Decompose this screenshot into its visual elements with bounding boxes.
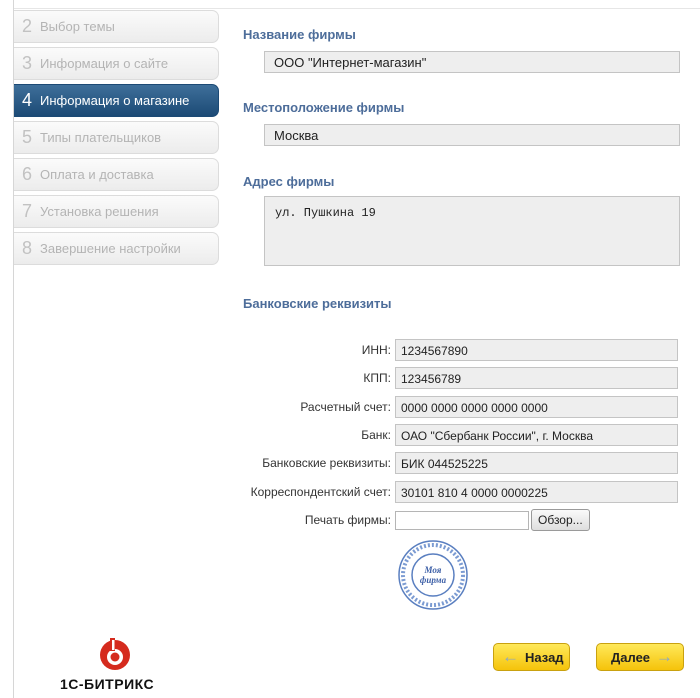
bitrix-logo-text: 1С-БИТРИКС <box>60 676 155 692</box>
browse-button[interactable]: Обзор... <box>531 509 590 531</box>
back-button-label: Назад <box>525 649 564 665</box>
bank-details-label: Банковские реквизиты: <box>262 456 391 470</box>
bank-details-heading: Банковские реквизиты <box>243 296 392 311</box>
step-number: 3 <box>22 53 33 73</box>
wizard-steps: 2 Выбор темы 3 Информация о сайте 4 Инфо… <box>14 10 219 269</box>
next-button-label: Далее <box>611 649 651 665</box>
step-number: 6 <box>22 164 33 184</box>
kpp-row: КПП: 123456789 <box>243 367 683 389</box>
account-field[interactable]: 0000 0000 0000 0000 0000 <box>395 396 678 418</box>
inn-field[interactable]: 1234567890 <box>395 339 678 361</box>
location-field[interactable]: Москва <box>264 124 680 146</box>
bank-label: Банк: <box>361 428 391 442</box>
account-row: Расчетный счет: 0000 0000 0000 0000 0000 <box>243 396 683 418</box>
stamp-file-input[interactable] <box>395 510 529 530</box>
step-label: Завершение настройки <box>40 241 181 256</box>
step-number: 8 <box>22 238 33 258</box>
stamp-text-line2: фирма <box>420 575 447 585</box>
kpp-field[interactable]: 123456789 <box>395 367 678 389</box>
step-number: 5 <box>22 127 33 147</box>
step-label: Установка решения <box>40 204 159 219</box>
step-payment-delivery[interactable]: 6 Оплата и доставка <box>14 158 219 191</box>
top-frame <box>13 0 700 9</box>
company-name-heading: Название фирмы <box>243 27 356 42</box>
bank-field[interactable]: ОАО "Сбербанк России", г. Москва <box>395 424 678 446</box>
bank-details-field[interactable]: БИК 044525225 <box>395 452 678 474</box>
address-textarea[interactable]: ул. Пушкина 19 <box>264 196 680 266</box>
step-number: 7 <box>22 201 33 221</box>
inn-row: ИНН: 1234567890 <box>243 339 683 361</box>
address-heading: Адрес фирмы <box>243 174 335 189</box>
step-number: 4 <box>22 90 33 110</box>
account-label: Расчетный счет: <box>300 400 391 414</box>
step-label: Типы плательщиков <box>40 130 162 145</box>
step-label: Выбор темы <box>40 19 115 34</box>
stamp-upload-row: Печать фирмы: Обзор... <box>243 509 683 531</box>
company-stamp-image: Моя фирма <box>398 540 468 610</box>
step-finish-setup[interactable]: 8 Завершение настройки <box>14 232 219 265</box>
step-install-solution[interactable]: 7 Установка решения <box>14 195 219 228</box>
corr-account-row: Корреспондентский счет: 30101 810 4 0000… <box>243 481 683 503</box>
bank-row: Банк: ОАО "Сбербанк России", г. Москва <box>243 424 683 446</box>
step-site-info[interactable]: 3 Информация о сайте <box>14 47 219 80</box>
inn-label: ИНН: <box>361 343 391 357</box>
step-label: Информация о магазине <box>40 93 190 108</box>
step-payer-types[interactable]: 5 Типы плательщиков <box>14 121 219 154</box>
location-heading: Местоположение фирмы <box>243 100 405 115</box>
next-button[interactable]: Далее → <box>596 643 684 671</box>
company-name-field[interactable]: ООО "Интернет-магазин" <box>264 51 680 73</box>
arrow-right-icon: → <box>656 647 674 666</box>
stamp-text-line1: Моя <box>424 565 442 575</box>
bank-details-row: Банковские реквизиты: БИК 044525225 <box>243 452 683 474</box>
arrow-left-icon: ← <box>502 647 519 666</box>
kpp-label: КПП: <box>363 371 391 385</box>
back-button[interactable]: ← Назад <box>493 643 570 671</box>
corr-account-field[interactable]: 30101 810 4 0000 0000225 <box>395 481 678 503</box>
step-shop-info[interactable]: 4 Информация о магазине <box>14 84 219 117</box>
corr-account-label: Корреспондентский счет: <box>250 485 391 499</box>
stamp-label: Печать фирмы: <box>304 513 391 527</box>
step-number: 2 <box>22 16 33 36</box>
step-label: Информация о сайте <box>40 56 169 71</box>
step-choose-theme[interactable]: 2 Выбор темы <box>14 10 219 43</box>
step-label: Оплата и доставка <box>40 167 154 182</box>
bitrix-logo-icon <box>100 638 130 670</box>
